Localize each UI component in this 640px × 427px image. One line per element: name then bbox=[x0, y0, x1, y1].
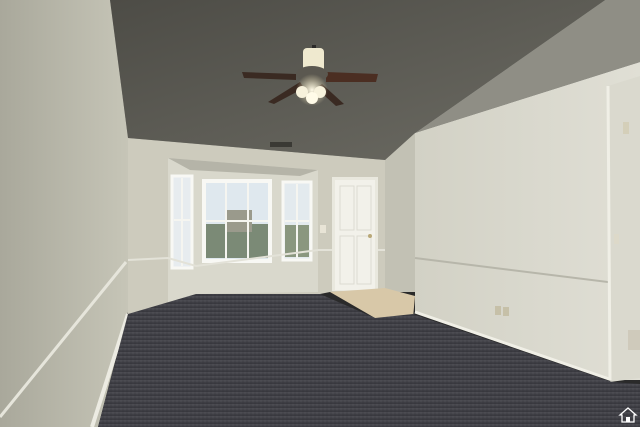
room-photo bbox=[0, 0, 640, 427]
door-knob bbox=[368, 234, 372, 238]
wall-outlet bbox=[495, 306, 501, 315]
ceiling-vent bbox=[270, 142, 292, 147]
wall-switch-right bbox=[614, 234, 619, 244]
left-wall bbox=[0, 0, 128, 427]
thermostat bbox=[623, 122, 629, 134]
light-switch bbox=[320, 225, 326, 233]
floor-vent bbox=[628, 330, 640, 350]
side-wall-entry bbox=[385, 133, 415, 292]
wall-outlet bbox=[503, 307, 509, 316]
